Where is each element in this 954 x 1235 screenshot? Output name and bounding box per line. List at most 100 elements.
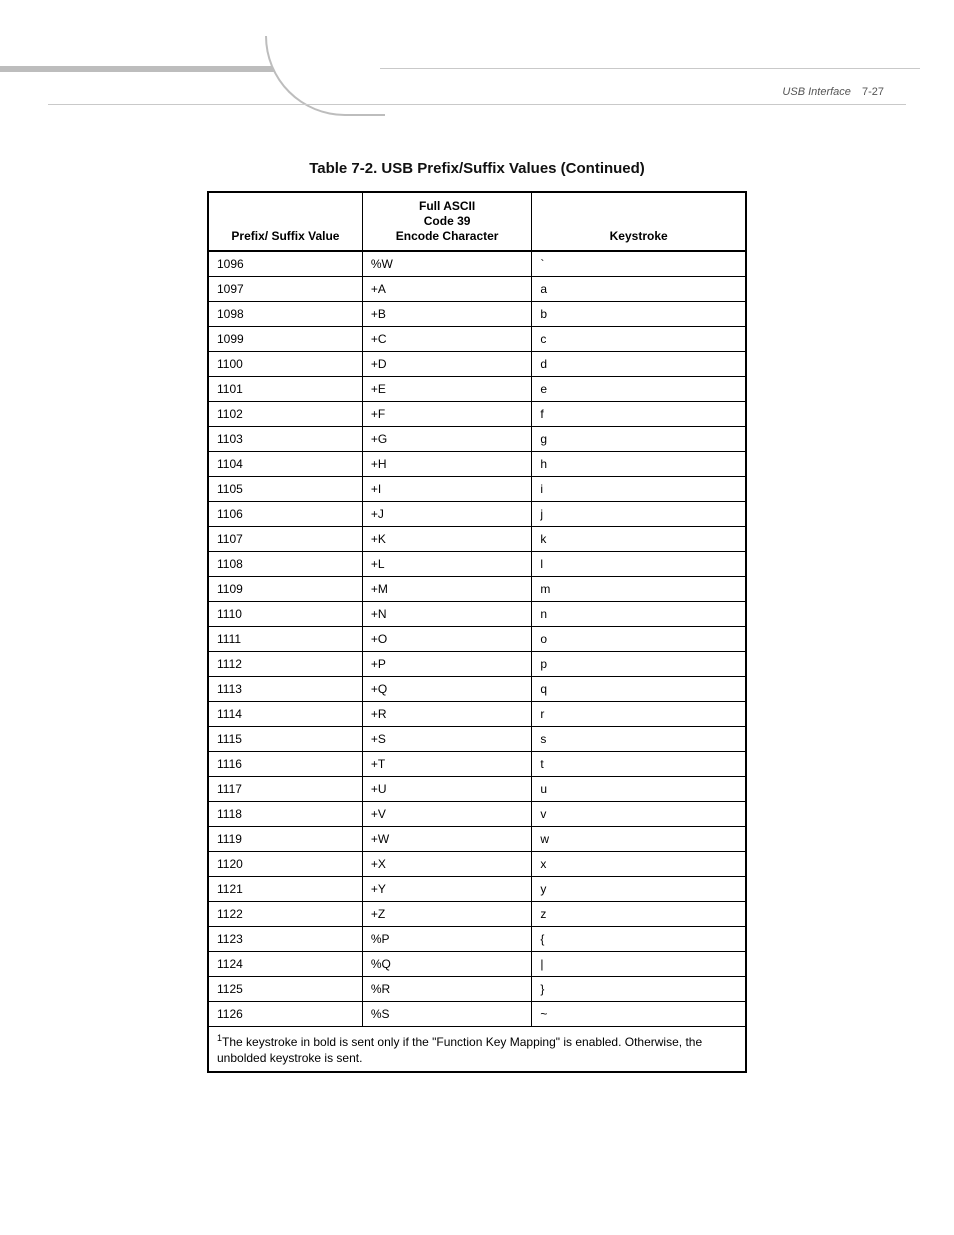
cell-keystroke: a <box>532 277 746 302</box>
table-row: 1097+Aa <box>208 277 746 302</box>
cell-prefix-value: 1121 <box>208 877 362 902</box>
cell-keystroke: r <box>532 702 746 727</box>
cell-keystroke: u <box>532 777 746 802</box>
table-row: 1101+Ee <box>208 377 746 402</box>
table-caption: Table 7-2. USB Prefix/Suffix Values (Con… <box>0 160 954 177</box>
cell-prefix-value: 1126 <box>208 1002 362 1027</box>
cell-encode-char: +H <box>362 452 531 477</box>
table-row: 1102+Ff <box>208 402 746 427</box>
cell-encode-char: +M <box>362 577 531 602</box>
cell-encode-char: +Y <box>362 877 531 902</box>
table-row: 1116+Tt <box>208 752 746 777</box>
cell-encode-char: +O <box>362 627 531 652</box>
table-row: 1103+Gg <box>208 427 746 452</box>
cell-encode-char: +R <box>362 702 531 727</box>
cell-encode-char: +K <box>362 527 531 552</box>
cell-prefix-value: 1116 <box>208 752 362 777</box>
table-row: 1120+Xx <box>208 852 746 877</box>
cell-prefix-value: 1099 <box>208 327 362 352</box>
cell-keystroke: v <box>532 802 746 827</box>
table-row: 1119+Ww <box>208 827 746 852</box>
cell-prefix-value: 1117 <box>208 777 362 802</box>
cell-prefix-value: 1113 <box>208 677 362 702</box>
cell-prefix-value: 1124 <box>208 952 362 977</box>
cell-keystroke: | <box>532 952 746 977</box>
cell-prefix-value: 1097 <box>208 277 362 302</box>
table-row: 1107+Kk <box>208 527 746 552</box>
table-row: 1100+Dd <box>208 352 746 377</box>
table-footnote-text: The keystroke in bold is sent only if th… <box>217 1035 702 1065</box>
cell-encode-char: %R <box>362 977 531 1002</box>
cell-prefix-value: 1098 <box>208 302 362 327</box>
table-row: 1099+Cc <box>208 327 746 352</box>
cell-keystroke: t <box>532 752 746 777</box>
table-row: 1111+Oo <box>208 627 746 652</box>
cell-keystroke: c <box>532 327 746 352</box>
cell-encode-char: %P <box>362 927 531 952</box>
cell-keystroke: i <box>532 477 746 502</box>
cell-encode-char: +E <box>362 377 531 402</box>
table-row: 1126%S~ <box>208 1002 746 1027</box>
cell-keystroke: g <box>532 427 746 452</box>
cell-encode-char: +G <box>362 427 531 452</box>
cell-prefix-value: 1106 <box>208 502 362 527</box>
cell-prefix-value: 1109 <box>208 577 362 602</box>
table-row: 1115+Ss <box>208 727 746 752</box>
table-row: 1096%W` <box>208 251 746 277</box>
col-header-encode-l3: Encode Character <box>396 229 499 243</box>
cell-prefix-value: 1107 <box>208 527 362 552</box>
cell-prefix-value: 1119 <box>208 827 362 852</box>
cell-prefix-value: 1096 <box>208 251 362 277</box>
table-footnote-row: 1The keystroke in bold is sent only if t… <box>208 1027 746 1073</box>
col-header-encode-l2: Code 39 <box>424 214 471 228</box>
cell-prefix-value: 1122 <box>208 902 362 927</box>
cell-encode-char: +V <box>362 802 531 827</box>
cell-encode-char: +N <box>362 602 531 627</box>
cell-keystroke: m <box>532 577 746 602</box>
cell-encode-char: +T <box>362 752 531 777</box>
cell-keystroke: k <box>532 527 746 552</box>
cell-keystroke: j <box>532 502 746 527</box>
table-row: 1098+Bb <box>208 302 746 327</box>
table-footnote: 1The keystroke in bold is sent only if t… <box>208 1027 746 1073</box>
cell-keystroke: { <box>532 927 746 952</box>
cell-encode-char: +B <box>362 302 531 327</box>
table-row: 1108+Ll <box>208 552 746 577</box>
cell-encode-char: +C <box>362 327 531 352</box>
cell-prefix-value: 1120 <box>208 852 362 877</box>
cell-encode-char: +Q <box>362 677 531 702</box>
table-header-row: Prefix/ Suffix Value Full ASCII Code 39 … <box>208 192 746 251</box>
cell-prefix-value: 1125 <box>208 977 362 1002</box>
cell-prefix-value: 1103 <box>208 427 362 452</box>
cell-keystroke: w <box>532 827 746 852</box>
table-row: 1106+Jj <box>208 502 746 527</box>
cell-keystroke: ~ <box>532 1002 746 1027</box>
table-row: 1121+Yy <box>208 877 746 902</box>
cell-encode-char: +J <box>362 502 531 527</box>
cell-prefix-value: 1108 <box>208 552 362 577</box>
cell-keystroke: e <box>532 377 746 402</box>
cell-keystroke: d <box>532 352 746 377</box>
cell-encode-char: +X <box>362 852 531 877</box>
cell-prefix-value: 1114 <box>208 702 362 727</box>
cell-prefix-value: 1112 <box>208 652 362 677</box>
table-row: 1105+Ii <box>208 477 746 502</box>
table-row: 1113+Qq <box>208 677 746 702</box>
cell-encode-char: %W <box>362 251 531 277</box>
cell-encode-char: +A <box>362 277 531 302</box>
cell-prefix-value: 1110 <box>208 602 362 627</box>
cell-keystroke: s <box>532 727 746 752</box>
table-row: 1123%P{ <box>208 927 746 952</box>
cell-keystroke: b <box>532 302 746 327</box>
table-row: 1122+Zz <box>208 902 746 927</box>
cell-prefix-value: 1123 <box>208 927 362 952</box>
cell-keystroke: f <box>532 402 746 427</box>
cell-prefix-value: 1102 <box>208 402 362 427</box>
col-header-encode: Full ASCII Code 39 Encode Character <box>362 192 531 251</box>
table-row: 1124%Q| <box>208 952 746 977</box>
cell-keystroke: q <box>532 677 746 702</box>
cell-encode-char: %Q <box>362 952 531 977</box>
cell-keystroke: o <box>532 627 746 652</box>
table-row: 1110+Nn <box>208 602 746 627</box>
cell-encode-char: +I <box>362 477 531 502</box>
